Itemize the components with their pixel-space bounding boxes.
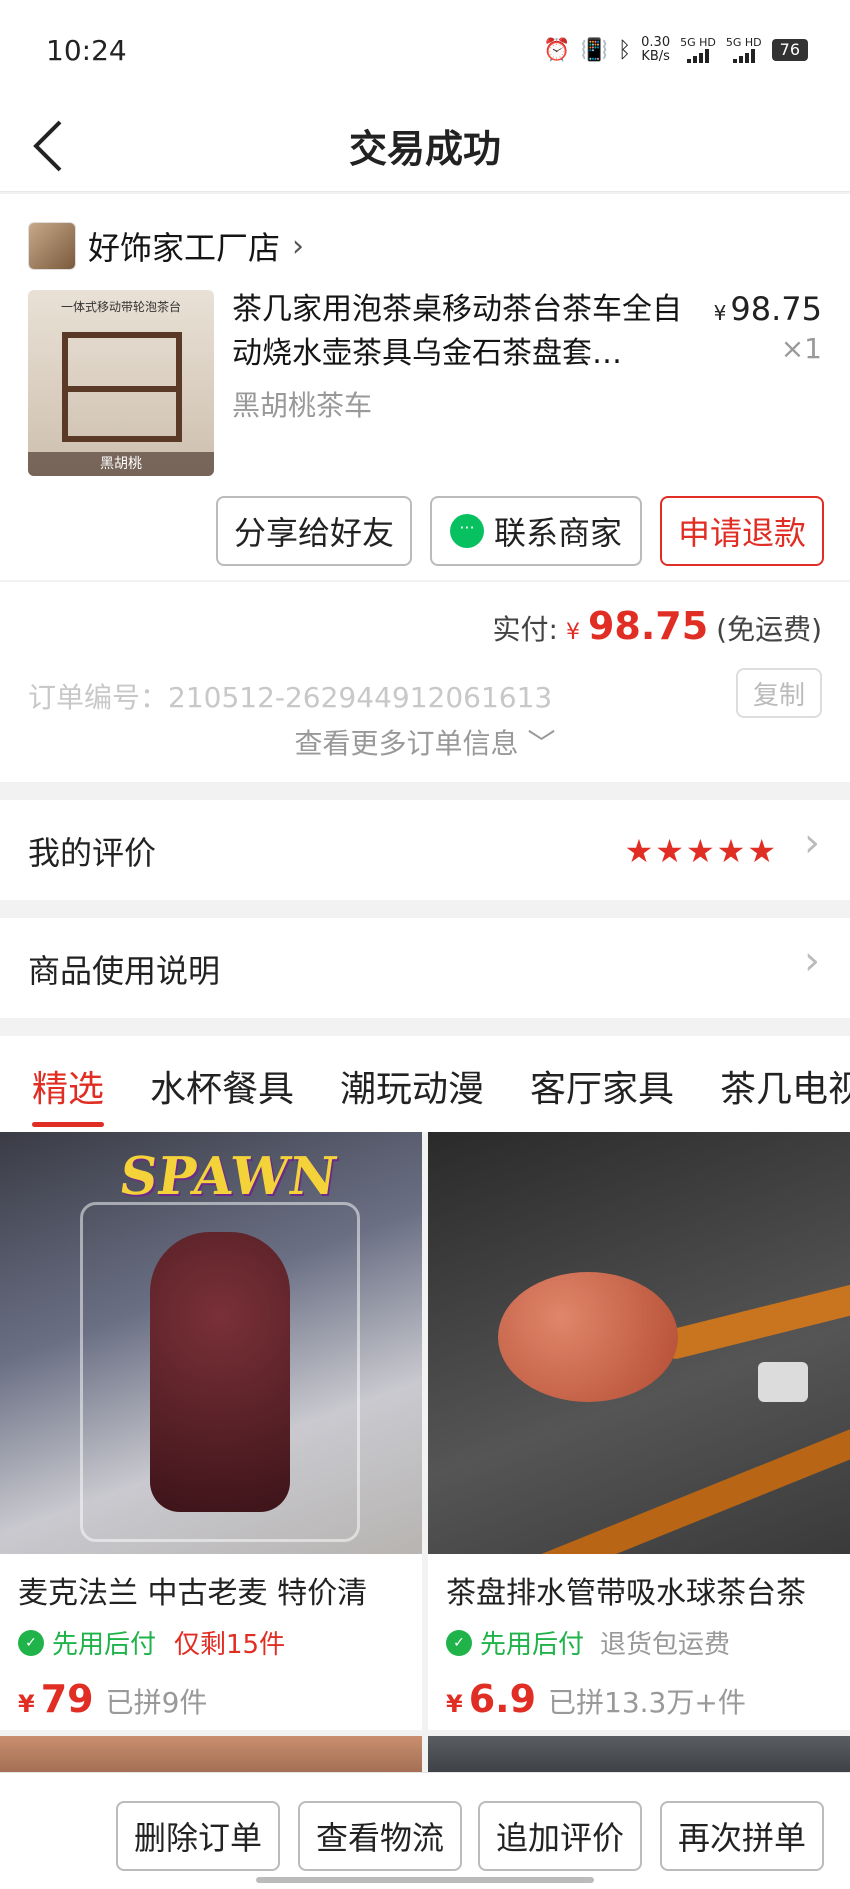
product-price: ¥ 6.9 已拼13.3万+件: [446, 1677, 746, 1721]
category-tabs: 精选 水杯餐具 潮玩动漫 客厅家具 茶几电视: [0, 1036, 850, 1132]
product-image[interactable]: 一体式移动带轮泡茶台 黑胡桃: [28, 290, 214, 476]
sim1-label: 5G HD: [680, 36, 716, 49]
home-indicator[interactable]: [256, 1877, 594, 1883]
product-title: 麦克法兰 中古老麦 特价清: [18, 1576, 368, 1611]
status-icons: ⏰ 📳 ᛒ 0.30 KB/s 5G HD 5G HD 76: [543, 36, 808, 64]
product-title: 茶盘排水管带吸水球茶台茶: [446, 1576, 806, 1611]
action-figure: [150, 1232, 290, 1512]
add-review-button[interactable]: 追加评价: [478, 1801, 642, 1871]
signal-sim2-icon: 5G HD: [726, 37, 762, 63]
tab-featured[interactable]: 精选: [32, 1060, 104, 1112]
more-order-info[interactable]: 查看更多订单信息 ﹀: [0, 722, 850, 762]
page-title: 交易成功: [348, 127, 501, 171]
spawn-logo: SPAWN: [115, 1146, 341, 1207]
active-tab-indicator: [32, 1122, 104, 1127]
status-time: 10:24: [46, 34, 127, 67]
delete-order-button[interactable]: 删除订单: [116, 1801, 280, 1871]
title-bar: 交易成功: [0, 100, 850, 192]
pay-later-icon: ✓: [446, 1629, 472, 1656]
my-review-label: 我的评价: [28, 834, 157, 872]
net-speed: 0.30 KB/s: [641, 36, 670, 64]
tab-cups-tableware[interactable]: 水杯餐具: [150, 1060, 294, 1112]
sold-count: 已拼13.3万+件: [548, 1686, 746, 1719]
sold-count: 已拼9件: [105, 1686, 208, 1719]
chevron-right-icon: ›: [804, 820, 820, 866]
product-price: ¥ 79 已拼9件: [18, 1677, 208, 1721]
product-quantity: ×1: [780, 332, 822, 365]
product-image-text: 一体式移动带轮泡茶台: [60, 300, 181, 314]
contact-merchant-button[interactable]: 联系商家: [430, 496, 642, 566]
copy-button[interactable]: 复制: [736, 668, 822, 718]
stock-note: 仅剩15件: [174, 1630, 286, 1660]
shop-name: 好饰家工厂店: [88, 229, 281, 267]
bluetooth-icon: ᛒ: [617, 37, 632, 63]
product-tags: ✓ 先用后付 退货包运费: [428, 1612, 850, 1661]
reorder-button[interactable]: 再次拼单: [660, 1801, 824, 1871]
wechat-icon: [449, 514, 484, 548]
product-image: [428, 1132, 850, 1554]
payment-total: 实付: ¥ 98.75 (免运费): [492, 604, 823, 648]
product-spec: 黑胡桃茶车: [232, 389, 373, 422]
product-card[interactable]: SPAWN 麦克法兰 中古老麦 特价清 ✓ 先用后付 仅剩15件 ¥ 79 已拼…: [0, 1132, 422, 1730]
share-button[interactable]: 分享给好友: [216, 496, 412, 566]
bottom-action-bar: 删除订单 查看物流 追加评价 再次拼单: [0, 1772, 850, 1889]
return-shipping-note: 退货包运费: [600, 1630, 731, 1660]
tab-toys-anime[interactable]: 潮玩动漫: [340, 1060, 484, 1112]
view-logistics-button[interactable]: 查看物流: [298, 1801, 462, 1871]
shipping-note: (免运费): [716, 613, 822, 646]
review-stars: ★★★★★: [624, 832, 778, 870]
alarm-icon: ⏰: [543, 37, 571, 63]
chevron-down-icon: ﹀: [527, 727, 556, 760]
sim2-label: 5G HD: [725, 36, 762, 49]
product-manual-label: 商品使用说明: [28, 952, 221, 990]
product-tags: ✓ 先用后付 仅剩15件: [0, 1612, 422, 1661]
suction-bulb: [498, 1272, 678, 1402]
chevron-right-icon: ›: [292, 228, 305, 264]
net-speed-value: 0.30: [641, 35, 671, 50]
tab-living-room-furniture[interactable]: 客厅家具: [530, 1060, 674, 1112]
battery-icon: 76: [771, 39, 808, 61]
vibrate-icon: 📳: [580, 37, 608, 63]
shop-logo: [28, 222, 76, 270]
product-price: ¥98.75: [713, 290, 822, 328]
shop-link[interactable]: 好饰家工厂店 ›: [28, 222, 304, 270]
product-image: SPAWN: [0, 1132, 422, 1554]
signal-sim1-icon: 5G HD: [680, 37, 716, 63]
refund-button[interactable]: 申请退款: [660, 496, 824, 566]
payment-amount: 98.75: [587, 604, 709, 648]
chevron-right-icon: ›: [804, 938, 820, 984]
product-image-caption: 黑胡桃: [28, 452, 214, 476]
product-card[interactable]: 茶盘排水管带吸水球茶台茶 ✓ 先用后付 退货包运费 ¥ 6.9 已拼13.3万+…: [428, 1132, 850, 1730]
tab-tea-table-tv[interactable]: 茶几电视: [720, 1060, 850, 1112]
status-bar: 10:24 ⏰ 📳 ᛒ 0.30 KB/s 5G HD 5G HD 76: [0, 0, 850, 100]
order-number: 订单编号：210512-262944912061613: [28, 681, 553, 714]
net-speed-unit: KB/s: [641, 49, 670, 64]
pay-later-icon: ✓: [18, 1629, 44, 1656]
product-title[interactable]: 茶几家用泡茶桌移动茶台茶车全自动烧水壶茶具乌金石茶盘套…: [232, 288, 682, 376]
